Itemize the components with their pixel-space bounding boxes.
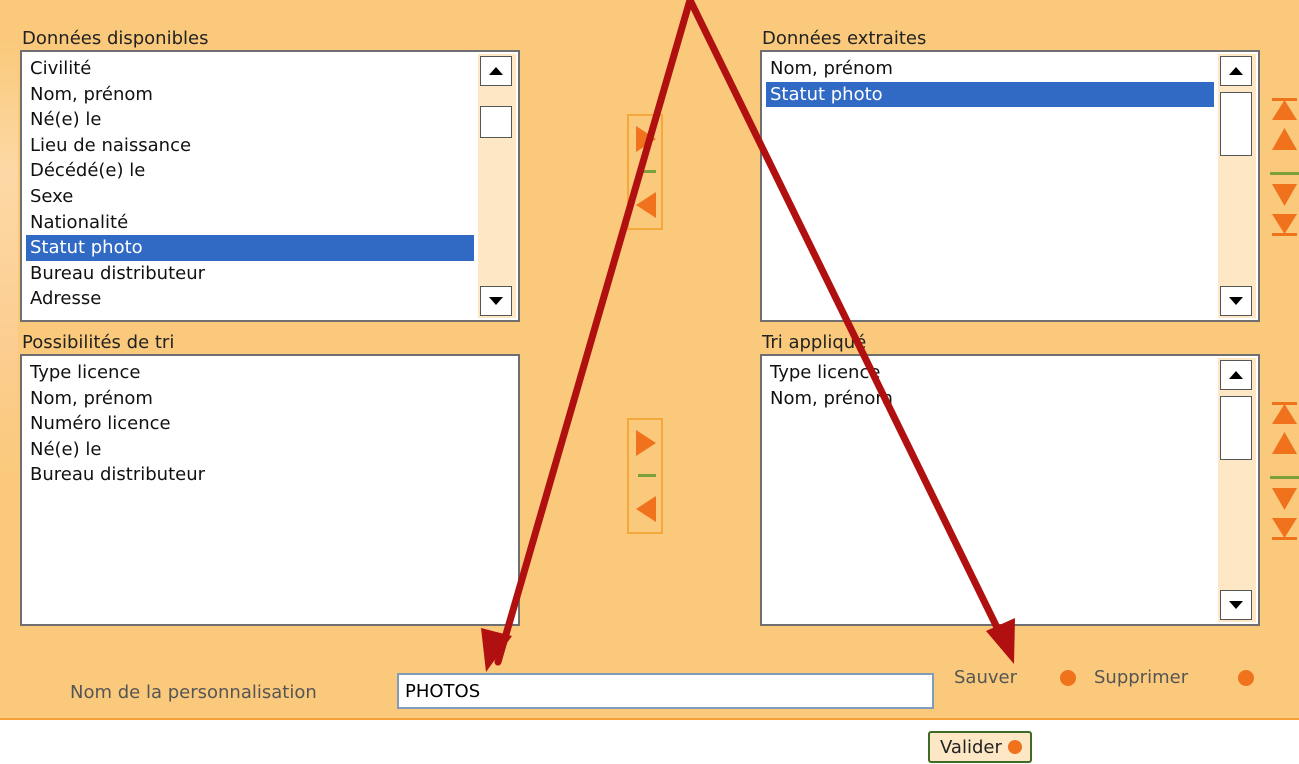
scrollbar[interactable]	[1218, 54, 1256, 318]
scroll-thumb[interactable]	[480, 106, 512, 138]
list-item[interactable]: Numéro licence	[26, 411, 474, 437]
list-item[interactable]: Nom, prénom	[26, 386, 474, 412]
chevron-down-icon	[1229, 601, 1243, 609]
list-item[interactable]: Né(e) le	[26, 107, 474, 133]
add-arrow-icon[interactable]	[636, 126, 656, 152]
save-dot-icon[interactable]	[1060, 670, 1076, 686]
move-up-icon[interactable]	[1270, 430, 1299, 454]
list-item[interactable]: Type licence	[766, 360, 1214, 386]
customization-name-input[interactable]	[397, 673, 934, 709]
chevron-down-icon	[489, 297, 503, 305]
chevron-up-icon	[489, 67, 503, 75]
sort-options-listbox[interactable]: Type licence Nom, prénom Numéro licence …	[20, 354, 520, 626]
list-item[interactable]: Nom, prénom	[26, 82, 474, 108]
scroll-up-button[interactable]	[1220, 56, 1252, 86]
scroll-up-button[interactable]	[1220, 360, 1252, 390]
available-data-label: Données disponibles	[22, 28, 209, 49]
list-item-selected[interactable]: Statut photo	[26, 235, 474, 261]
scroll-down-button[interactable]	[1220, 590, 1252, 620]
transfer-buttons	[627, 114, 663, 230]
move-down-icon[interactable]	[1270, 488, 1299, 512]
move-bottom-icon[interactable]	[1270, 214, 1299, 238]
scrollbar[interactable]	[478, 54, 516, 318]
delete-link[interactable]: Supprimer	[1094, 667, 1188, 688]
background-graphic	[0, 40, 18, 480]
divider	[638, 474, 656, 477]
list-item[interactable]: Bureau distributeur	[26, 462, 474, 488]
list-item[interactable]: Nationalité	[26, 210, 474, 236]
scroll-up-button[interactable]	[480, 56, 512, 86]
list-item[interactable]: Décédé(e) le	[26, 158, 474, 184]
scroll-down-button[interactable]	[480, 286, 512, 316]
list-item[interactable]: Nom, prénom	[766, 386, 1214, 412]
scroll-down-button[interactable]	[1220, 286, 1252, 316]
chevron-up-icon	[1229, 371, 1243, 379]
list-item[interactable]: Type licence	[26, 360, 474, 386]
divider	[638, 170, 656, 173]
remove-arrow-icon[interactable]	[636, 192, 656, 218]
validate-label: Valider	[940, 736, 1002, 758]
customization-name-label: Nom de la personnalisation	[70, 682, 317, 703]
validate-dot-icon	[1007, 740, 1022, 754]
move-up-icon[interactable]	[1270, 126, 1299, 150]
sort-options-label: Possibilités de tri	[22, 332, 175, 353]
list-item-selected[interactable]: Statut photo	[766, 81, 1214, 108]
available-data-listbox[interactable]: Civilité Nom, prénom Né(e) le Lieu de na…	[20, 50, 520, 322]
sort-applied-label: Tri appliqué	[762, 332, 867, 353]
scroll-thumb[interactable]	[1220, 92, 1252, 156]
divider	[1270, 172, 1299, 175]
move-bottom-icon[interactable]	[1270, 518, 1299, 542]
list-item[interactable]: Bureau distributeur	[26, 261, 474, 287]
move-top-icon[interactable]	[1270, 96, 1299, 120]
delete-dot-icon[interactable]	[1238, 670, 1254, 686]
remove-arrow-icon[interactable]	[636, 496, 656, 522]
validate-button[interactable]: Valider	[928, 731, 1032, 763]
move-top-icon[interactable]	[1270, 400, 1299, 424]
list-item[interactable]: Civilité	[26, 56, 474, 82]
save-link[interactable]: Sauver	[954, 667, 1017, 688]
sort-order-buttons	[1270, 400, 1299, 554]
order-buttons	[1270, 96, 1299, 250]
move-down-icon[interactable]	[1270, 184, 1299, 208]
sort-applied-listbox[interactable]: Type licence Nom, prénom	[760, 354, 1260, 626]
extracted-data-label: Données extraites	[762, 28, 927, 49]
scroll-thumb[interactable]	[1220, 396, 1252, 460]
add-arrow-icon[interactable]	[636, 430, 656, 456]
panel-divider	[0, 718, 1299, 720]
list-item[interactable]: Né(e) le	[26, 437, 474, 463]
list-item[interactable]: Adresse	[26, 286, 474, 312]
chevron-up-icon	[1229, 67, 1243, 75]
list-item[interactable]: Sexe	[26, 184, 474, 210]
scrollbar[interactable]	[1218, 358, 1256, 622]
divider	[1270, 476, 1299, 479]
list-item[interactable]: Nom, prénom	[766, 56, 1214, 82]
list-item[interactable]: Lieu de naissance	[26, 133, 474, 159]
extracted-data-listbox[interactable]: Nom, prénom Statut photo	[760, 50, 1260, 322]
sort-transfer-buttons	[627, 418, 663, 534]
chevron-down-icon	[1229, 297, 1243, 305]
